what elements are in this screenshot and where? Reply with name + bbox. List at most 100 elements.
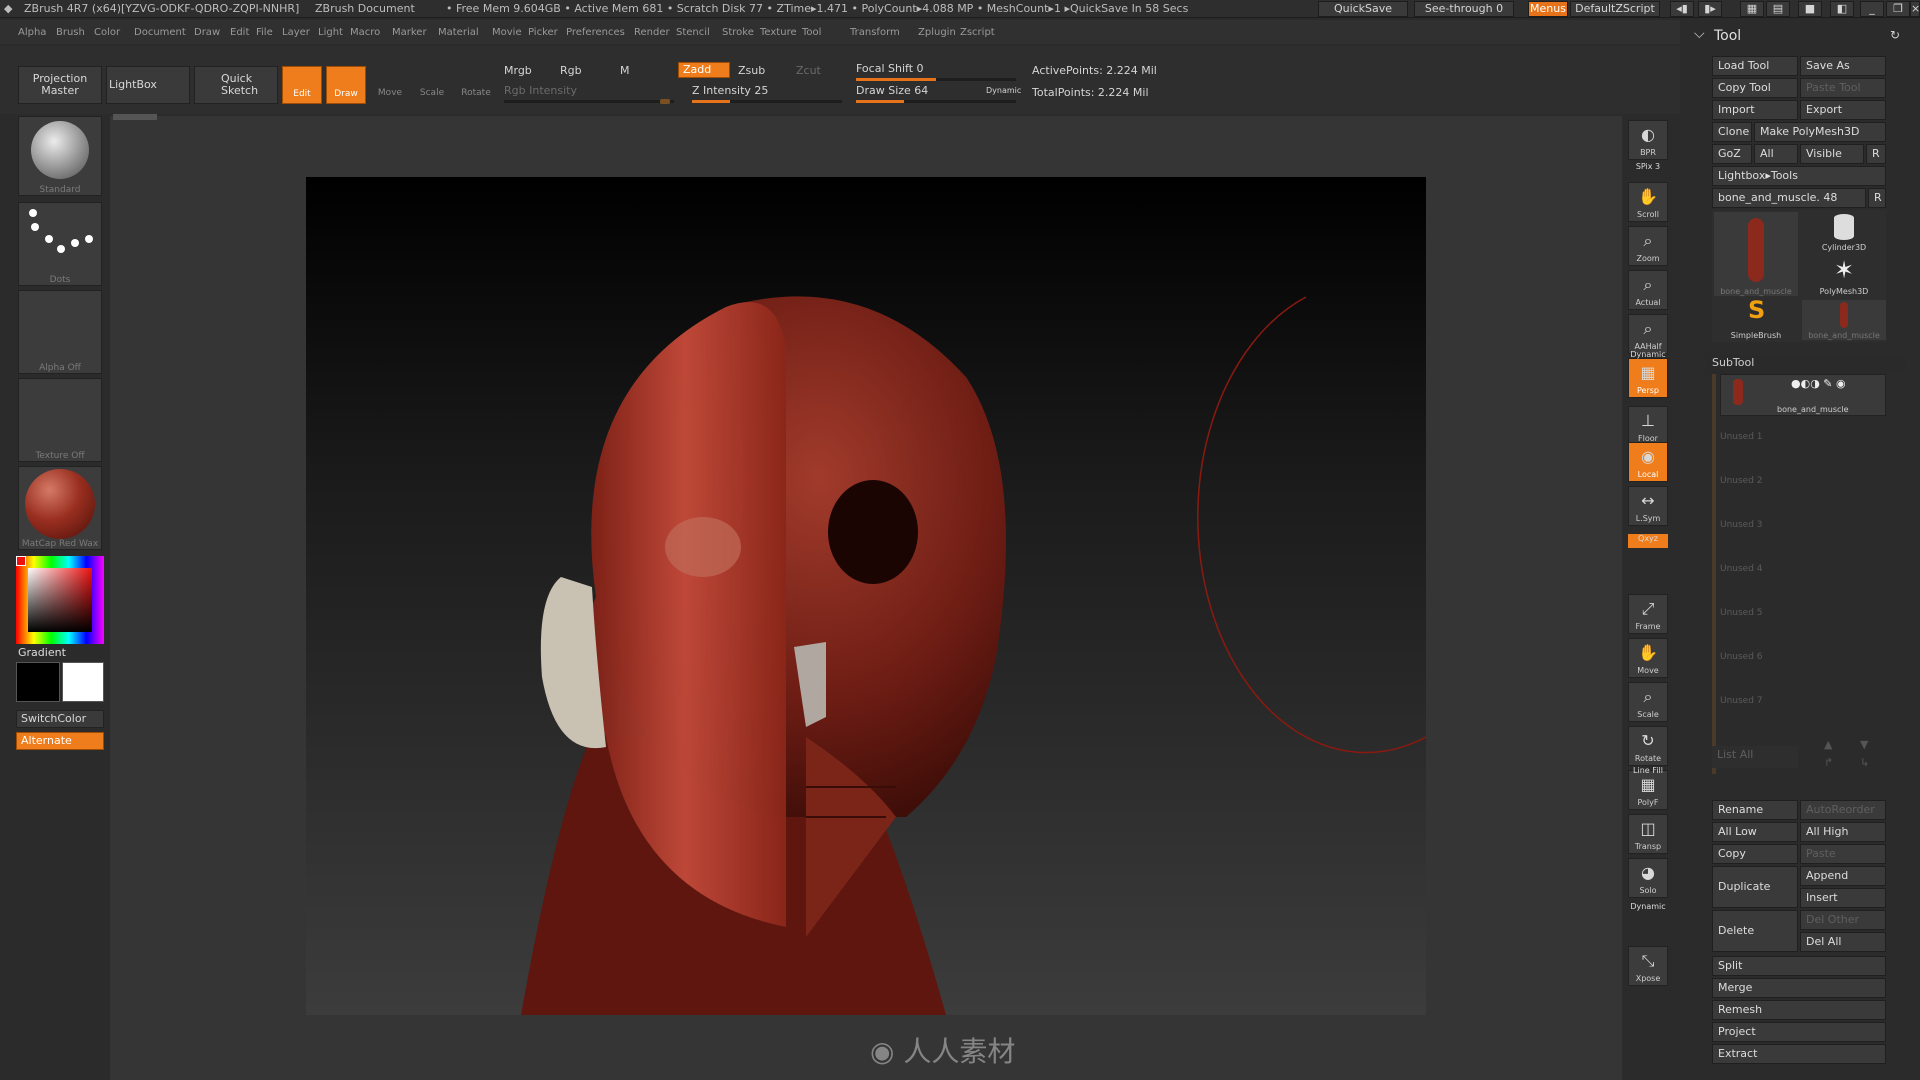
subtool-slot-unused[interactable]: Unused 7 xyxy=(1720,696,1763,706)
lsym-button[interactable]: ↔ L.Sym xyxy=(1628,486,1668,526)
color-picker[interactable] xyxy=(16,556,104,644)
copy-tool-button[interactable]: Copy Tool xyxy=(1712,78,1798,98)
menu-render[interactable]: Render xyxy=(634,27,670,38)
focal-shift-track[interactable] xyxy=(856,78,1016,81)
thumb-bone-and-muscle-2[interactable]: bone_and_muscle xyxy=(1802,300,1886,340)
menu-material[interactable]: Material xyxy=(438,27,479,38)
current-tool-slider[interactable]: bone_and_muscle. 48 xyxy=(1712,188,1866,208)
subtool-slot-unused[interactable]: Unused 6 xyxy=(1720,652,1763,662)
menu-layer[interactable]: Layer xyxy=(282,27,310,38)
rename-button[interactable]: Rename xyxy=(1712,800,1798,820)
rgb-intensity-knob[interactable] xyxy=(660,99,670,104)
m-button[interactable]: M xyxy=(620,64,630,77)
lightbox-tools-button[interactable]: Lightbox▸Tools xyxy=(1712,166,1886,186)
menu-document[interactable]: Document xyxy=(134,27,186,38)
transp-button[interactable]: ◫ Transp xyxy=(1628,814,1668,854)
move-up-icon[interactable]: ↱ xyxy=(1824,756,1833,769)
save-as-button[interactable]: Save As xyxy=(1800,56,1886,76)
zadd-button[interactable]: Zadd xyxy=(678,62,730,78)
color-square[interactable] xyxy=(28,568,92,632)
r-button[interactable]: R xyxy=(1866,144,1886,164)
down-arrow-icon[interactable]: ▼ xyxy=(1860,738,1868,751)
draw-size-track[interactable] xyxy=(856,100,1016,103)
alpha-selector[interactable]: Alpha Off xyxy=(18,290,102,374)
focal-shift-slider[interactable]: Focal Shift 0 xyxy=(856,62,924,75)
rgb-intensity-slider[interactable]: Rgb Intensity xyxy=(504,84,577,97)
remesh-button[interactable]: Remesh xyxy=(1712,1000,1886,1020)
insert-button[interactable]: Insert xyxy=(1800,888,1886,908)
move-down-icon[interactable]: ↳ xyxy=(1860,756,1869,769)
extract-button[interactable]: Extract xyxy=(1712,1044,1886,1064)
texture-selector[interactable]: Texture Off xyxy=(18,378,102,462)
up-arrow-icon[interactable]: ▲ xyxy=(1824,738,1832,751)
polyf-button[interactable]: ▦ PolyF xyxy=(1628,770,1668,810)
draw-size-slider[interactable]: Draw Size 64 xyxy=(856,84,928,97)
main-color-swatch[interactable] xyxy=(16,662,60,702)
subtool-slot-unused[interactable]: Unused 3 xyxy=(1720,520,1763,530)
zsub-button[interactable]: Zsub xyxy=(738,64,765,77)
menu-zscript[interactable]: Zscript xyxy=(960,27,995,38)
paste-button[interactable]: Paste xyxy=(1800,844,1886,864)
menu-preferences[interactable]: Preferences xyxy=(566,27,625,38)
close-icon[interactable]: × xyxy=(1910,1,1920,17)
actual-button[interactable]: ⌕ Actual xyxy=(1628,270,1668,310)
quick-sketch-button[interactable]: Quick Sketch xyxy=(194,66,278,104)
scale-button[interactable]: Scale xyxy=(412,66,452,104)
mrgb-button[interactable]: Mrgb xyxy=(504,64,532,77)
settings-icon[interactable]: ◧ xyxy=(1830,1,1854,17)
quicksave-button[interactable]: QuickSave xyxy=(1318,1,1408,17)
rgb-intensity-track[interactable] xyxy=(504,99,674,104)
canvas-scroll-indicator[interactable] xyxy=(113,114,157,120)
document-canvas[interactable] xyxy=(306,177,1426,1015)
zcut-button[interactable]: Zcut xyxy=(796,64,821,77)
layout-left-icon[interactable]: ◂▮ xyxy=(1670,1,1694,17)
xpose-button[interactable]: ⤡ Xpose xyxy=(1628,946,1668,986)
delete-button[interactable]: Delete xyxy=(1712,910,1798,952)
rotate-button[interactable]: Rotate xyxy=(456,66,496,104)
lightbox-button[interactable]: LightBox xyxy=(106,66,190,104)
move-view-button[interactable]: ✋ Move xyxy=(1628,638,1668,678)
solo-button[interactable]: ◕ Solo xyxy=(1628,858,1668,898)
menu-edit[interactable]: Edit xyxy=(230,27,249,38)
z-intensity-slider[interactable]: Z Intensity 25 xyxy=(692,84,768,97)
alternate-button[interactable]: Alternate xyxy=(16,732,104,750)
restore-icon[interactable]: ❐ xyxy=(1886,1,1910,17)
load-tool-button[interactable]: Load Tool xyxy=(1712,56,1798,76)
all-high-button[interactable]: All High xyxy=(1800,822,1886,842)
switchcolor-button[interactable]: SwitchColor xyxy=(16,710,104,728)
layout-icon[interactable]: ▦ xyxy=(1740,1,1764,17)
aahalf-button[interactable]: ⌕ AAHalf xyxy=(1628,314,1668,354)
duplicate-button[interactable]: Duplicate xyxy=(1712,866,1798,908)
subtool-slot-unused[interactable]: Unused 2 xyxy=(1720,476,1763,486)
lock-icon[interactable]: ■ xyxy=(1798,1,1822,17)
visible-button[interactable]: Visible xyxy=(1800,144,1864,164)
split-button[interactable]: Split xyxy=(1712,956,1886,976)
edit-button[interactable]: Edit xyxy=(282,66,322,104)
rotate-view-button[interactable]: ↻ Rotate xyxy=(1628,726,1668,766)
menu-zplugin[interactable]: Zplugin xyxy=(918,27,956,38)
menu-marker[interactable]: Marker xyxy=(392,27,427,38)
goz-button[interactable]: GoZ xyxy=(1712,144,1752,164)
menu-picker[interactable]: Picker xyxy=(528,27,558,38)
thumb-bone-and-muscle[interactable]: bone_and_muscle xyxy=(1714,212,1798,296)
clone-button[interactable]: Clone xyxy=(1712,122,1752,142)
material-selector[interactable]: MatCap Red Wax xyxy=(18,466,102,550)
import-button[interactable]: Import xyxy=(1712,100,1798,120)
subtool-scrollbar[interactable] xyxy=(1712,374,1716,774)
local-button[interactable]: ◉ Local xyxy=(1628,442,1668,482)
scroll-button[interactable]: ✋ Scroll xyxy=(1628,182,1668,222)
refresh-icon[interactable]: ↻ xyxy=(1890,28,1900,42)
subtool-slot-unused[interactable]: Unused 1 xyxy=(1720,432,1763,442)
see-through-slider[interactable]: See-through 0 xyxy=(1414,1,1514,17)
zoom-button[interactable]: ⌕ Zoom xyxy=(1628,226,1668,266)
brush-selector[interactable]: Standard xyxy=(18,116,102,196)
scale-view-button[interactable]: ⌕ Scale xyxy=(1628,682,1668,722)
thumb-simplebrush[interactable]: S SimpleBrush xyxy=(1714,296,1798,340)
layout2-icon[interactable]: ▤ xyxy=(1766,1,1790,17)
paste-tool-button[interactable]: Paste Tool xyxy=(1800,78,1886,98)
menu-transform[interactable]: Transform xyxy=(850,27,900,38)
menu-macro[interactable]: Macro xyxy=(350,27,380,38)
make-polymesh-button[interactable]: Make PolyMesh3D xyxy=(1754,122,1886,142)
subtool-visibility-icons[interactable]: ●◐◑ ✎ ◉ xyxy=(1791,377,1846,390)
menus-button[interactable]: Menus xyxy=(1528,1,1568,17)
